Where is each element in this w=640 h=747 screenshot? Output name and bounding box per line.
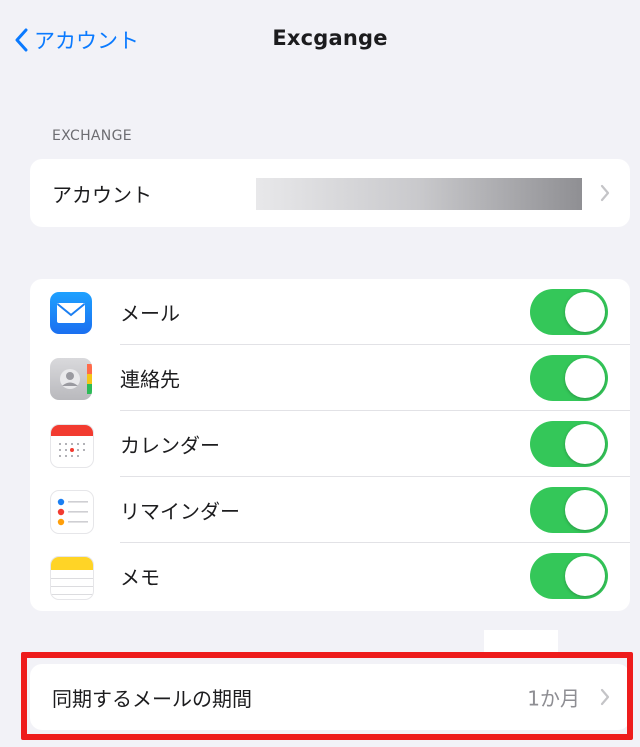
calendar-icon	[50, 424, 94, 468]
app-label: メモ	[120, 565, 160, 590]
app-label: メール	[120, 301, 180, 326]
account-value-redacted	[256, 178, 582, 210]
mail-icon	[50, 292, 92, 334]
app-label: 連絡先	[120, 367, 180, 392]
overlay-patch	[484, 630, 558, 654]
account-card: アカウント	[30, 159, 630, 227]
app-label: リマインダー	[120, 499, 240, 524]
account-row[interactable]: アカウント	[30, 159, 630, 227]
toggle-knob	[565, 358, 605, 398]
page-title: Excgange	[272, 26, 388, 50]
navigation-bar: アカウント Excgange	[0, 0, 640, 84]
sync-period-label: 同期するメールの期間	[52, 686, 252, 711]
toggle-knob	[565, 490, 605, 530]
chevron-right-icon	[600, 688, 610, 706]
app-row-reminders[interactable]: リマインダー	[30, 477, 630, 543]
reminders-toggle[interactable]	[530, 487, 608, 533]
mail-toggle[interactable]	[530, 289, 608, 335]
sync-period-value: 1か月	[527, 686, 580, 711]
app-row-calendar[interactable]: カレンダー	[30, 411, 630, 477]
reminders-icon	[50, 490, 94, 534]
toggle-knob	[565, 424, 605, 464]
account-row-label: アカウント	[52, 182, 152, 207]
chevron-right-icon	[600, 184, 610, 202]
contacts-toggle[interactable]	[530, 355, 608, 401]
notes-icon	[50, 556, 94, 600]
section-header-exchange: EXCHANGE	[52, 128, 132, 144]
sync-card: 同期するメールの期間 1か月	[30, 664, 630, 730]
app-row-notes[interactable]: メモ	[30, 543, 630, 609]
app-row-contacts[interactable]: 連絡先	[30, 345, 630, 411]
sync-period-row[interactable]: 同期するメールの期間 1か月	[30, 664, 630, 730]
contacts-icon	[50, 358, 92, 400]
toggle-knob	[565, 556, 605, 596]
calendar-toggle[interactable]	[530, 421, 608, 467]
notes-toggle[interactable]	[530, 553, 608, 599]
apps-card: メール 連絡先 カレンダー リマインダー メモ	[30, 279, 630, 611]
toggle-knob	[565, 292, 605, 332]
app-label: カレンダー	[120, 433, 220, 458]
app-row-mail[interactable]: メール	[30, 279, 630, 345]
